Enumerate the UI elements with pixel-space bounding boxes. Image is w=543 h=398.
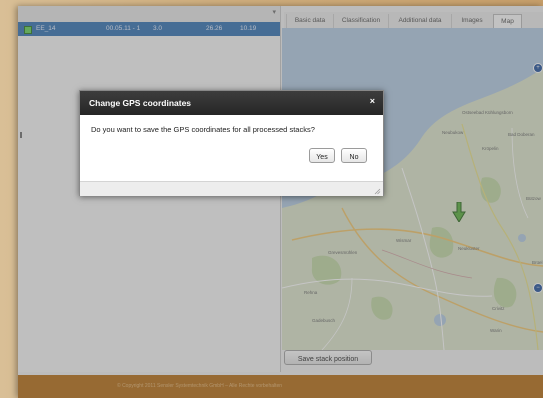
- dialog-title: Change GPS coordinates: [89, 98, 192, 108]
- app-window: ▾ EE_14 00.05.11 - 1 3.0 26.26 10.19 Bas…: [18, 6, 543, 398]
- dialog-titlebar[interactable]: Change GPS coordinates ×: [80, 91, 383, 115]
- dialog-footer: [80, 181, 383, 196]
- modal-overlay: [18, 6, 543, 398]
- yes-button[interactable]: Yes: [309, 148, 335, 163]
- change-gps-dialog: Change GPS coordinates × Do you want to …: [79, 90, 384, 196]
- no-button[interactable]: No: [341, 148, 367, 163]
- close-icon[interactable]: ×: [370, 96, 375, 106]
- dialog-message: Do you want to save the GPS coordinates …: [91, 125, 315, 134]
- resize-grip-icon[interactable]: [374, 188, 381, 195]
